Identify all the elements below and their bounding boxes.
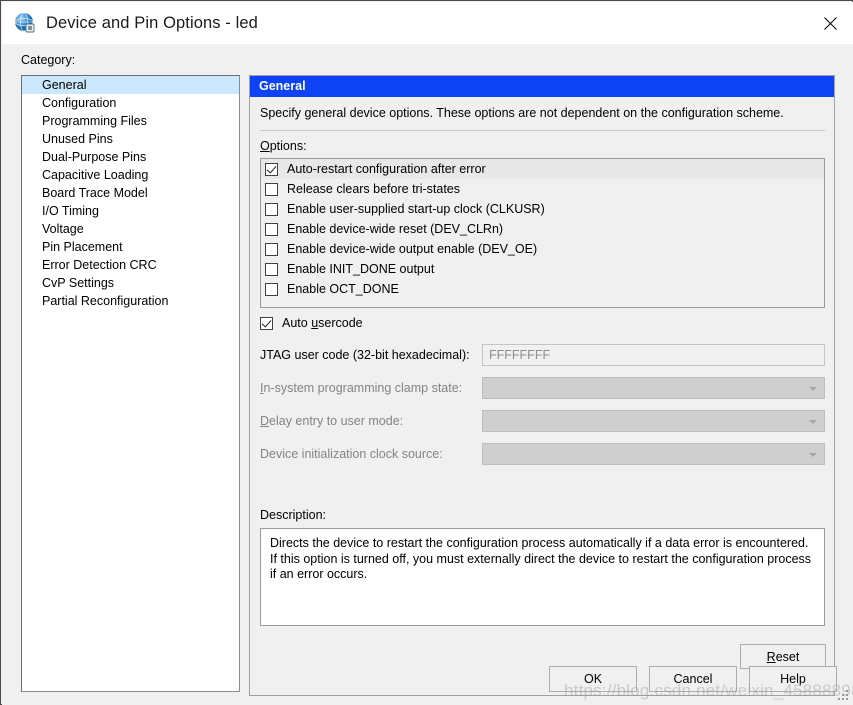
option-label: Enable INIT_DONE output bbox=[287, 262, 435, 276]
sidebar-item-label: Unused Pins bbox=[42, 132, 113, 146]
sidebar-item-programming-files[interactable]: Programming Files bbox=[22, 112, 239, 130]
grip-dot bbox=[846, 694, 848, 696]
close-icon bbox=[823, 16, 838, 31]
option-label: Enable device-wide reset (DEV_CLRn) bbox=[287, 222, 504, 236]
sidebar-item-label: Error Detection CRC bbox=[42, 258, 157, 272]
sidebar-item-pin-placement[interactable]: Pin Placement bbox=[22, 238, 239, 256]
option-row[interactable]: Auto-restart configuration after error bbox=[261, 159, 824, 179]
jtag-user-code-label: JTAG user code (32-bit hexadecimal): bbox=[260, 348, 470, 362]
sidebar-item-label: Board Trace Model bbox=[42, 186, 148, 200]
isp-clamp-state-dropdown[interactable] bbox=[482, 377, 825, 399]
quartus-globe-icon bbox=[14, 12, 36, 34]
device-init-clock-label: Device initialization clock source: bbox=[260, 447, 443, 461]
option-row[interactable]: Enable device-wide output enable (DEV_OE… bbox=[261, 239, 824, 259]
sidebar-item-partial-reconfiguration[interactable]: Partial Reconfiguration bbox=[22, 292, 239, 310]
delay-entry-label: Delay entry to user mode: bbox=[260, 414, 404, 428]
sidebar-item-label: Partial Reconfiguration bbox=[42, 294, 169, 308]
help-button[interactable]: Help bbox=[749, 666, 837, 692]
sidebar-item-capacitive-loading[interactable]: Capacitive Loading bbox=[22, 166, 239, 184]
sidebar-item-label: Voltage bbox=[42, 222, 84, 236]
sidebar-item-general[interactable]: General bbox=[22, 76, 239, 94]
sidebar-item-label: General bbox=[42, 78, 87, 92]
isp-clamp-state-row: In-system programming clamp state: bbox=[260, 377, 825, 399]
auto-usercode-checkbox[interactable] bbox=[260, 316, 273, 330]
sidebar-item-label: CvP Settings bbox=[42, 276, 115, 290]
sidebar-item-label: Pin Placement bbox=[42, 240, 123, 254]
close-button[interactable] bbox=[807, 2, 853, 44]
window-title: Device and Pin Options - led bbox=[46, 13, 258, 32]
option-row[interactable]: Enable device-wide reset (DEV_CLRn) bbox=[261, 219, 824, 239]
option-row[interactable]: Enable OCT_DONE bbox=[261, 279, 824, 299]
grip-dot bbox=[842, 698, 844, 700]
option-row[interactable]: Enable user-supplied start-up clock (CLK… bbox=[261, 199, 824, 219]
option-checkbox[interactable] bbox=[265, 242, 278, 256]
option-label: Enable user-supplied start-up clock (CLK… bbox=[287, 202, 545, 216]
sidebar-item-label: Configuration bbox=[42, 96, 117, 110]
sidebar-item-dual-purpose-pins[interactable]: Dual-Purpose Pins bbox=[22, 148, 239, 166]
option-checkbox[interactable] bbox=[265, 282, 278, 296]
option-label: Enable OCT_DONE bbox=[287, 282, 399, 296]
sidebar-item-unused-pins[interactable]: Unused Pins bbox=[22, 130, 239, 148]
sidebar-item-label: Capacitive Loading bbox=[42, 168, 149, 182]
description-label: Description: bbox=[260, 508, 326, 522]
category-label: Category: bbox=[21, 53, 76, 67]
isp-clamp-state-label: In-system programming clamp state: bbox=[260, 381, 463, 395]
panel-description-text: Specify general device options. These op… bbox=[260, 106, 784, 120]
chevron-down-icon bbox=[809, 420, 817, 424]
general-settings-panel: General Specify general device options. … bbox=[249, 75, 835, 696]
option-row[interactable]: Release clears before tri-states bbox=[261, 179, 824, 199]
option-checkbox[interactable] bbox=[265, 262, 278, 276]
dialog-client-area: Category: General Configuration Programmin… bbox=[2, 44, 853, 705]
cancel-button[interactable]: Cancel bbox=[649, 666, 737, 692]
sidebar-item-label: Dual-Purpose Pins bbox=[42, 150, 147, 164]
device-init-clock-row: Device initialization clock source: bbox=[260, 443, 825, 465]
grip-dot bbox=[838, 698, 840, 700]
option-checkbox[interactable] bbox=[265, 202, 278, 216]
auto-usercode-label: Auto usercode bbox=[282, 316, 363, 330]
ok-button[interactable]: OK bbox=[549, 666, 637, 692]
jtag-user-code-input[interactable]: FFFFFFFF bbox=[482, 344, 825, 366]
options-label: Options: bbox=[260, 139, 307, 153]
panel-divider bbox=[260, 130, 825, 131]
description-text: Directs the device to restart the config… bbox=[260, 528, 825, 626]
options-list[interactable]: Auto-restart configuration after error Re… bbox=[260, 158, 825, 308]
device-and-pin-options-dialog: Device and Pin Options - led Category: G… bbox=[0, 0, 853, 705]
sidebar-item-label: I/O Timing bbox=[42, 204, 99, 218]
delay-entry-row: Delay entry to user mode: bbox=[260, 410, 825, 432]
grip-dot bbox=[842, 694, 844, 696]
sidebar-item-label: Programming Files bbox=[42, 114, 147, 128]
option-checkbox[interactable] bbox=[265, 222, 278, 236]
sidebar-item-cvp-settings[interactable]: CvP Settings bbox=[22, 274, 239, 292]
delay-entry-dropdown[interactable] bbox=[482, 410, 825, 432]
sidebar-item-i-o-timing[interactable]: I/O Timing bbox=[22, 202, 239, 220]
option-row[interactable]: Enable INIT_DONE output bbox=[261, 259, 824, 279]
resize-grip[interactable] bbox=[838, 690, 850, 702]
category-list[interactable]: General Configuration Programming Files Unu… bbox=[21, 75, 240, 692]
panel-header-title: General bbox=[250, 76, 834, 97]
option-checkbox[interactable] bbox=[265, 182, 278, 196]
grip-dot bbox=[846, 698, 848, 700]
auto-usercode-row[interactable]: Auto usercode bbox=[260, 316, 363, 330]
sidebar-item-board-trace-model[interactable]: Board Trace Model bbox=[22, 184, 239, 202]
option-checkbox[interactable] bbox=[265, 162, 278, 176]
sidebar-item-configuration[interactable]: Configuration bbox=[22, 94, 239, 112]
grip-dot bbox=[846, 690, 848, 692]
option-label: Auto-restart configuration after error bbox=[287, 162, 486, 176]
device-init-clock-dropdown[interactable] bbox=[482, 443, 825, 465]
chevron-down-icon bbox=[809, 453, 817, 457]
sidebar-item-error-detection-crc[interactable]: Error Detection CRC bbox=[22, 256, 239, 274]
sidebar-item-voltage[interactable]: Voltage bbox=[22, 220, 239, 238]
title-bar: Device and Pin Options - led bbox=[2, 2, 853, 44]
jtag-user-code-row: JTAG user code (32-bit hexadecimal): FFF… bbox=[260, 344, 825, 366]
option-label: Release clears before tri-states bbox=[287, 182, 460, 196]
chevron-down-icon bbox=[809, 387, 817, 391]
option-label: Enable device-wide output enable (DEV_OE… bbox=[287, 242, 538, 256]
